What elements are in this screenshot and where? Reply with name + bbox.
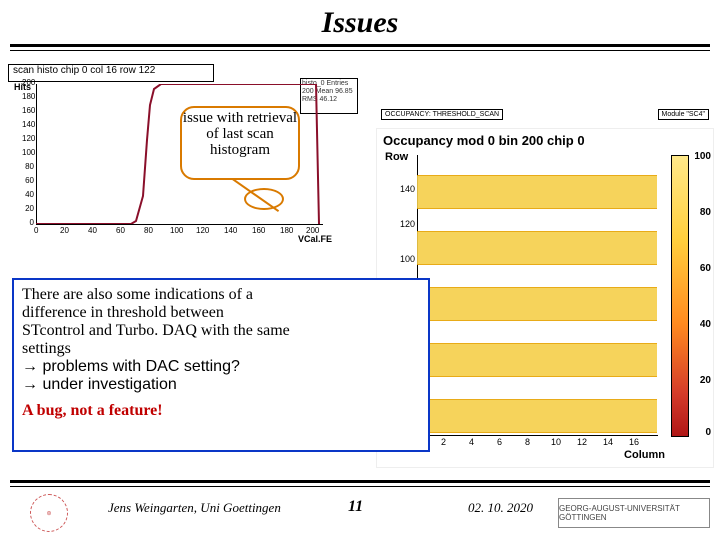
xtick: 4 — [469, 437, 474, 447]
ytick: 120 — [399, 219, 415, 229]
ctick: 20 — [700, 375, 711, 386]
xtick: 8 — [525, 437, 530, 447]
xtick: 80 — [144, 226, 153, 235]
xtick: 140 — [224, 226, 237, 235]
ytick: 60 — [22, 176, 34, 185]
ytick: 140 — [399, 184, 415, 194]
notes-line: → under investigation — [22, 376, 177, 393]
ctick: 100 — [694, 151, 711, 162]
ytick: 0 — [22, 218, 34, 227]
ytick: 80 — [22, 162, 34, 171]
notes-emphasis: A bug, not a feature! — [22, 402, 420, 420]
ctick: 0 — [705, 427, 711, 438]
xtick: 20 — [60, 226, 69, 235]
xtick: 40 — [88, 226, 97, 235]
slide: Issues scan histo chip 0 col 16 row 122 … — [0, 0, 720, 540]
xtick: 60 — [116, 226, 125, 235]
ctick: 40 — [700, 319, 711, 330]
chart2-xlabel: Column — [624, 449, 665, 461]
notes-line: settings — [22, 340, 71, 357]
ytick: 180 — [22, 92, 34, 101]
xtick: 180 — [280, 226, 293, 235]
xtick: 100 — [170, 226, 183, 235]
xtick: 10 — [551, 437, 561, 447]
ytick: 120 — [22, 134, 34, 143]
heatmap-band — [417, 399, 657, 433]
chart2-window-title: OCCUPANCY: THRESHOLD_SCAN — [381, 109, 503, 120]
notes-line: difference in threshold between — [22, 304, 224, 321]
chart2-title: Occupancy mod 0 bin 200 chip 0 — [383, 133, 585, 148]
xtick: 0 — [34, 226, 38, 235]
chart2-ylabel: Row — [385, 151, 408, 163]
heatmap-band — [417, 287, 657, 321]
ytick: 100 — [399, 254, 415, 264]
xtick: 16 — [629, 437, 639, 447]
ctick: 80 — [700, 207, 711, 218]
ytick: 100 — [22, 148, 34, 157]
footer-page-number: 11 — [348, 498, 363, 516]
notes-box: There are also some indications of a dif… — [12, 278, 430, 452]
notes-line: STcontrol and Turbo. DAQ with the same — [22, 322, 290, 339]
notes-line: → problems with DAC setting? — [22, 358, 240, 375]
page-title: Issues — [0, 6, 720, 40]
xtick: 2 — [441, 437, 446, 447]
divider — [10, 50, 710, 51]
xtick: 14 — [603, 437, 613, 447]
ytick: 200 — [22, 78, 34, 87]
heatmap-band — [417, 343, 657, 377]
heatmap-band — [417, 175, 657, 209]
chart2-module: Module "SC4" — [658, 109, 710, 120]
callout-ring — [244, 188, 284, 210]
footer-author: Jens Weingarten, Uni Goettingen — [108, 500, 281, 516]
divider — [10, 486, 710, 487]
callout-bubble: issue with retrieval of last scan histog… — [180, 106, 300, 180]
ytick: 20 — [22, 204, 34, 213]
divider — [10, 480, 710, 483]
heatmap-band — [417, 231, 657, 265]
ctick: 60 — [700, 263, 711, 274]
chart1-xlabel: VCal.FE — [298, 234, 332, 244]
xtick: 6 — [497, 437, 502, 447]
xtick: 12 — [577, 437, 587, 447]
ytick: 40 — [22, 190, 34, 199]
chart1-title: scan histo chip 0 col 16 row 122 — [8, 64, 214, 82]
ytick: 140 — [22, 120, 34, 129]
institute-seal-icon: ⊛ — [30, 494, 68, 532]
footer-date: 02. 10. 2020 — [468, 500, 533, 516]
university-logo: GEORG-AUGUST-UNIVERSITÄT GÖTTINGEN — [558, 498, 710, 528]
divider — [10, 44, 710, 47]
ytick: 160 — [22, 106, 34, 115]
colorbar — [671, 155, 689, 437]
notes-line: There are also some indications of a — [22, 286, 253, 303]
xtick: 120 — [196, 226, 209, 235]
